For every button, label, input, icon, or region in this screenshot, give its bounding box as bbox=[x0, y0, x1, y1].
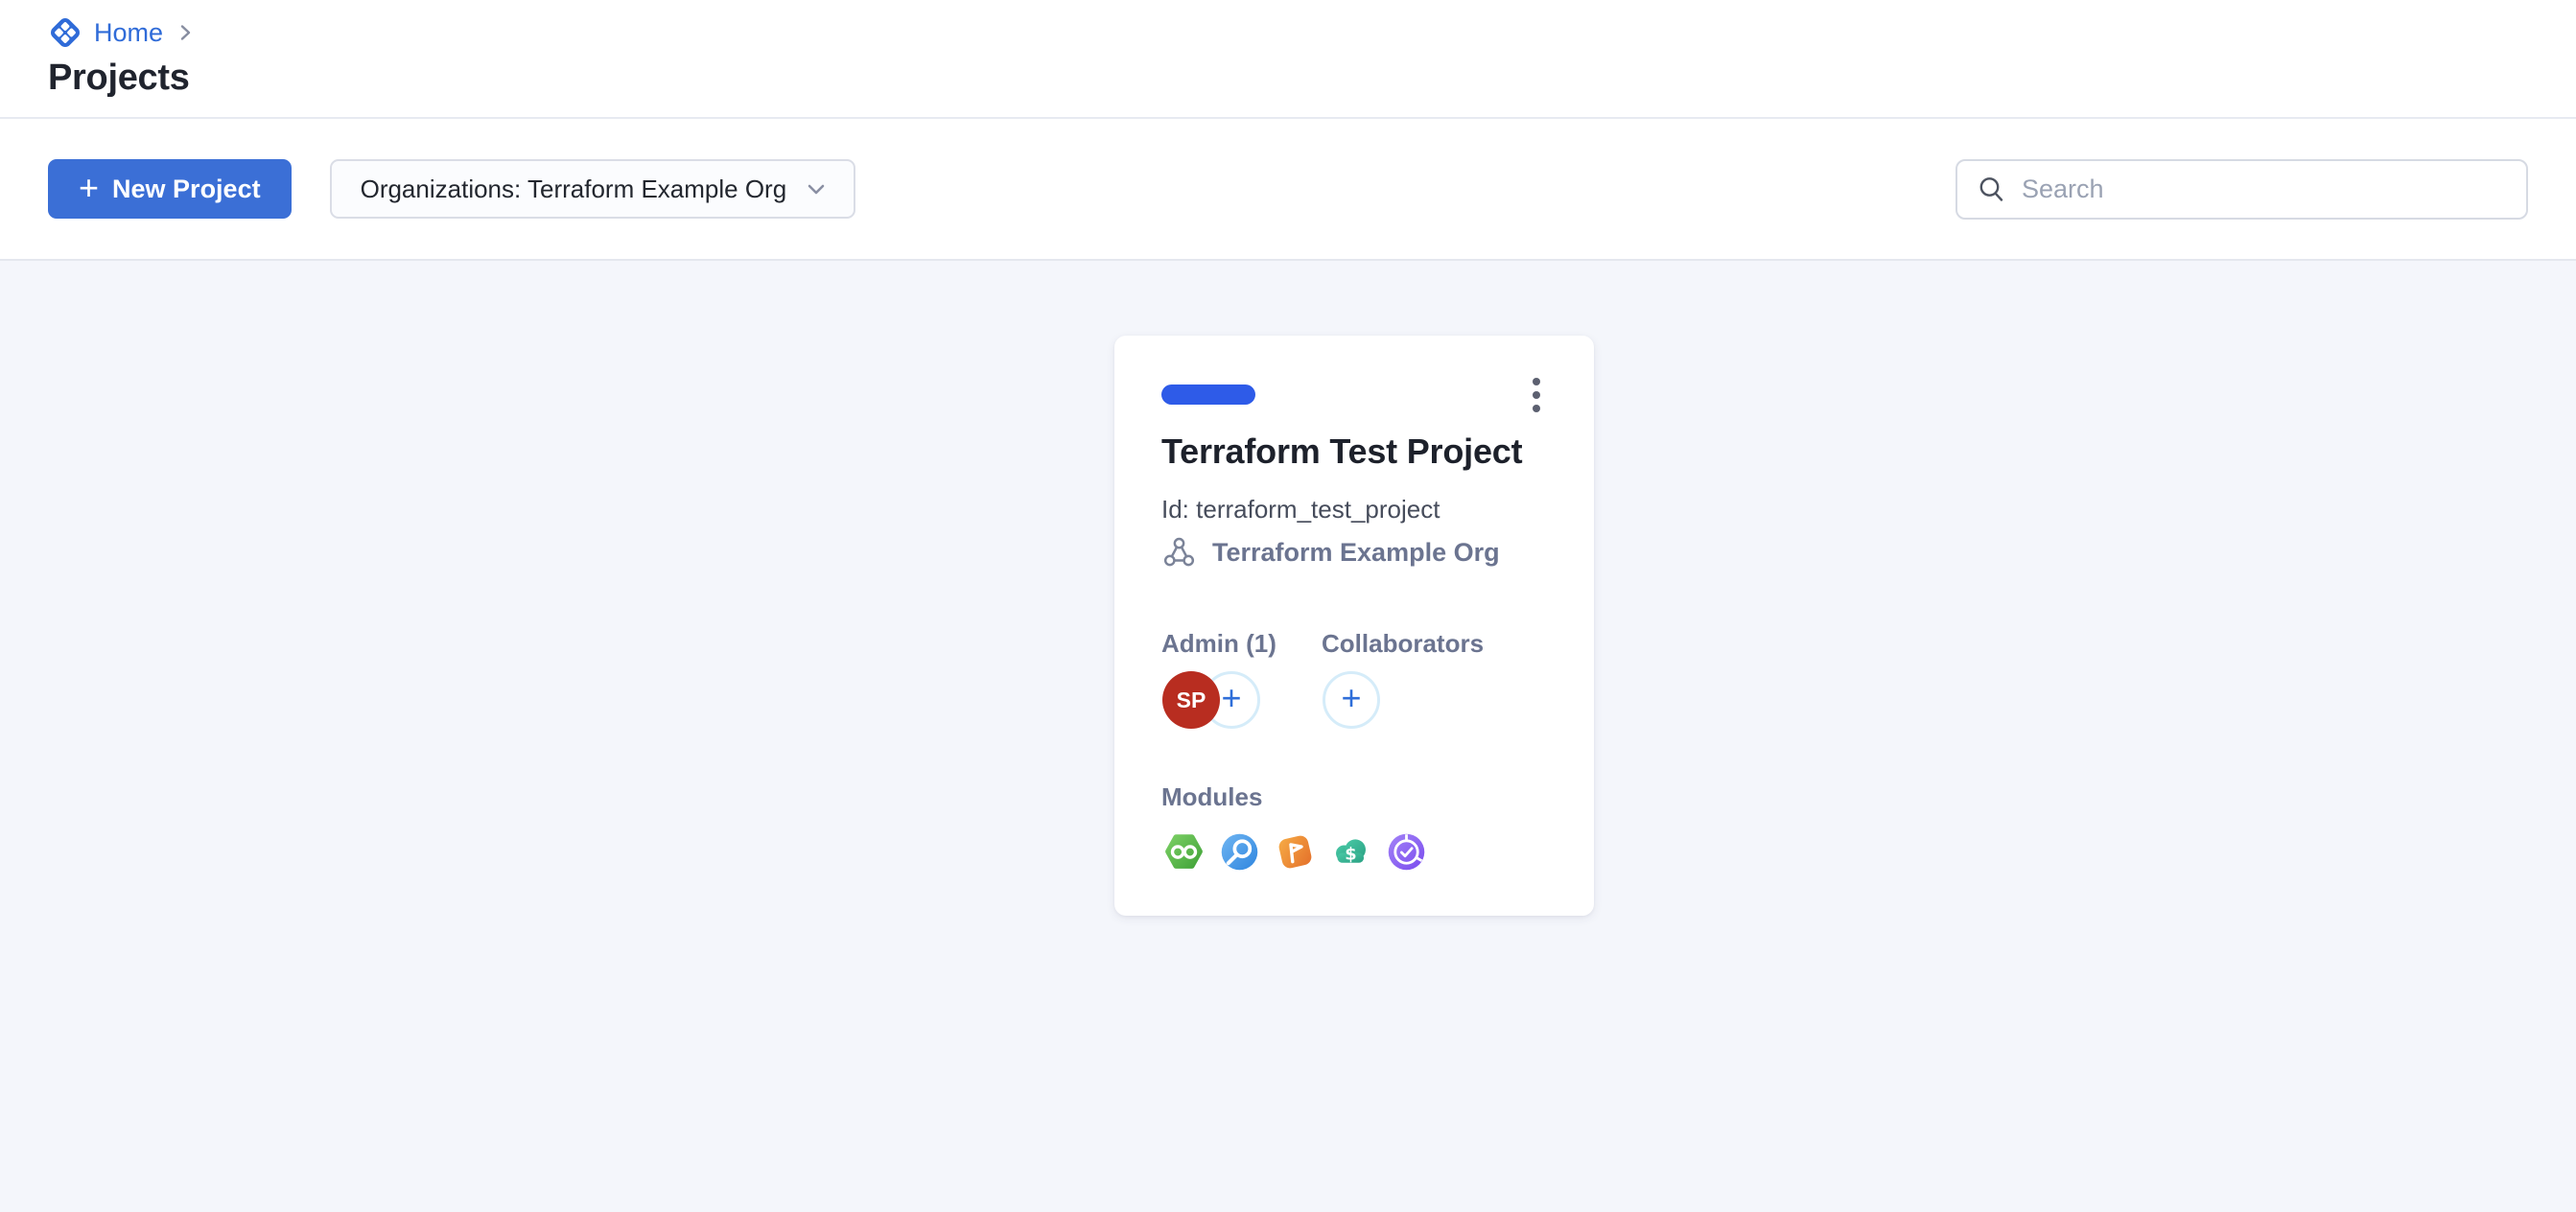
search-box bbox=[1955, 159, 2528, 220]
toolbar: + New Project Organizations: Terraform E… bbox=[0, 119, 2576, 261]
scan-magnifier-module-icon[interactable] bbox=[1218, 830, 1261, 874]
plus-icon: + bbox=[1221, 681, 1241, 715]
reliability-check-module-icon[interactable] bbox=[1385, 830, 1428, 874]
add-collaborator-button[interactable]: + bbox=[1323, 671, 1380, 729]
project-color-bar bbox=[1161, 385, 1255, 405]
project-id: Id: terraform_test_project bbox=[1161, 495, 1440, 524]
modules-row: $ bbox=[1162, 830, 1428, 874]
breadcrumb-home-link[interactable]: Home bbox=[94, 18, 163, 48]
feature-flag-module-icon[interactable] bbox=[1274, 830, 1317, 874]
organizations-filter-dropdown[interactable]: Organizations: Terraform Example Org bbox=[330, 159, 855, 219]
breadcrumb: Home bbox=[48, 13, 2528, 52]
admin-avatar[interactable]: SP bbox=[1162, 671, 1220, 729]
project-organization-name: Terraform Example Org bbox=[1212, 538, 1500, 568]
new-project-button[interactable]: + New Project bbox=[48, 159, 292, 219]
app-logo-icon[interactable] bbox=[48, 15, 82, 50]
collaborators-section-label: Collaborators bbox=[1322, 629, 1484, 659]
project-menu-kebab-icon[interactable] bbox=[1515, 372, 1557, 418]
admin-section-label: Admin (1) bbox=[1161, 629, 1276, 659]
organizations-filter-value: Organizations: Terraform Example Org bbox=[361, 175, 804, 204]
cloud-cost-module-icon[interactable]: $ bbox=[1329, 830, 1372, 874]
project-title[interactable]: Terraform Test Project bbox=[1161, 431, 1522, 472]
modules-section-label: Modules bbox=[1161, 782, 1262, 812]
plus-icon: + bbox=[1341, 681, 1361, 715]
page-title: Projects bbox=[48, 58, 2528, 99]
new-project-button-label: New Project bbox=[112, 175, 261, 204]
pipeline-infinity-module-icon[interactable] bbox=[1162, 830, 1206, 874]
search-input[interactable] bbox=[2022, 175, 2507, 204]
search-icon bbox=[1977, 175, 2006, 204]
chevron-down-icon bbox=[804, 176, 829, 201]
svg-text:$: $ bbox=[1345, 844, 1356, 864]
project-card: Terraform Test Project Id: terraform_tes… bbox=[1114, 336, 1594, 916]
chevron-right-icon bbox=[175, 22, 196, 43]
page-header: Home Projects bbox=[0, 0, 2576, 119]
plus-icon: + bbox=[79, 171, 99, 205]
projects-grid: Terraform Test Project Id: terraform_tes… bbox=[0, 261, 2576, 1212]
organization-icon bbox=[1161, 535, 1197, 571]
project-organization-link[interactable]: Terraform Example Org bbox=[1161, 535, 1500, 571]
